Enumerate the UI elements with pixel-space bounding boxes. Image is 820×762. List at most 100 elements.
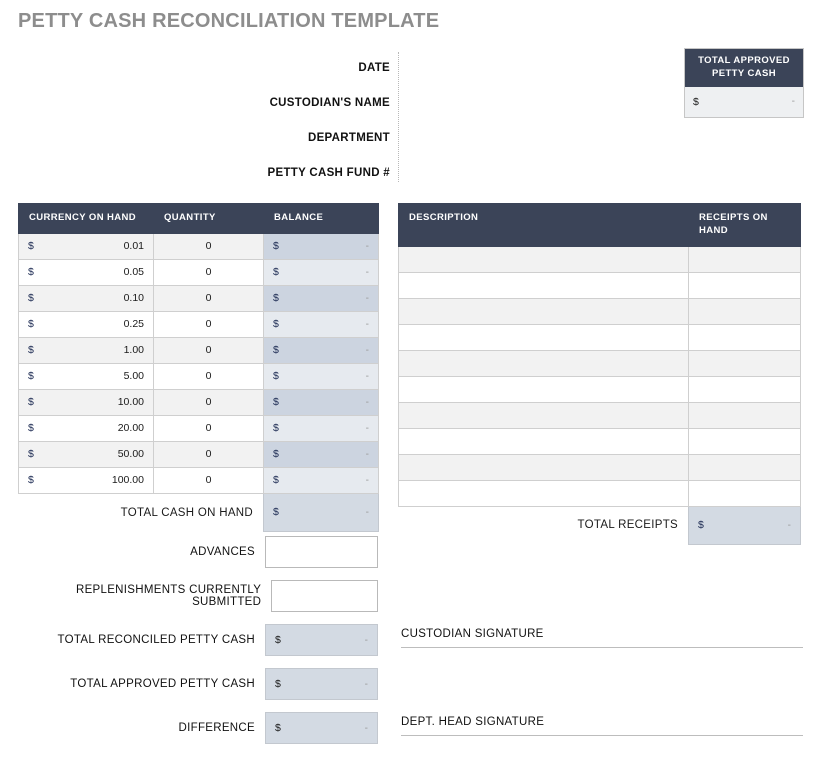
description-cell[interactable]: [398, 401, 689, 429]
dept-head-signature-line[interactable]: [401, 735, 803, 736]
summary-label-replenishments-currently-submitted: REPLENISHMENTS CURRENTLY SUBMITTED: [75, 584, 262, 608]
denomination-amount: 0.10: [123, 292, 144, 305]
balance-amount: -: [365, 448, 369, 460]
quantity-cell[interactable]: 0: [153, 388, 264, 416]
table-row: [398, 349, 801, 377]
description-cell[interactable]: [398, 271, 689, 299]
receipt-amount-cell[interactable]: [688, 297, 801, 325]
currency-symbol: $: [273, 506, 279, 519]
receipt-amount-cell[interactable]: [688, 245, 801, 273]
table-row: [398, 297, 801, 325]
quantity-cell[interactable]: 0: [153, 440, 264, 468]
form-divider-line: [398, 52, 399, 182]
quantity-cell[interactable]: 0: [153, 310, 264, 338]
balance-amount: -: [365, 344, 369, 356]
total-receipts-label: TOTAL RECEIPTS: [398, 506, 689, 545]
receipts-table-header-row: DESCRIPTION RECEIPTS ON HAND: [398, 203, 801, 247]
quantity-cell[interactable]: 0: [153, 232, 264, 260]
receipt-amount-cell[interactable]: [688, 271, 801, 299]
receipt-amount-cell[interactable]: [688, 349, 801, 377]
currency-symbol: $: [273, 370, 279, 383]
currency-symbol: $: [275, 678, 281, 690]
summary-label-difference: DIFFERENCE: [178, 722, 255, 734]
column-header-receipts-on-hand: RECEIPTS ON HAND: [688, 203, 801, 247]
description-cell[interactable]: [398, 427, 689, 455]
currency-denomination-cell: $10.00: [18, 388, 154, 416]
receipt-amount-cell[interactable]: [688, 375, 801, 403]
table-row: $100.00 0 $ -: [18, 466, 379, 494]
quantity-cell[interactable]: 0: [153, 284, 264, 312]
description-cell[interactable]: [398, 453, 689, 481]
currency-symbol: $: [28, 422, 34, 435]
quantity-cell[interactable]: 0: [153, 336, 264, 364]
receipt-amount-cell[interactable]: [688, 401, 801, 429]
quantity-cell[interactable]: 0: [153, 414, 264, 442]
dept-head-signature-block: DEPT. HEAD SIGNATURE: [401, 716, 803, 736]
total-cash-on-hand-value[interactable]: $ -: [263, 492, 379, 532]
description-cell[interactable]: [398, 375, 689, 403]
currency-symbol: $: [28, 318, 34, 331]
denomination-amount: 10.00: [117, 396, 144, 409]
currency-symbol: $: [28, 292, 34, 305]
currency-symbol: $: [273, 474, 279, 487]
balance-cell: $ -: [263, 258, 379, 286]
header-form: DATE CUSTODIAN'S NAME DEPARTMENT PETTY C…: [18, 50, 398, 190]
description-cell[interactable]: [398, 297, 689, 325]
currency-denomination-cell: $0.05: [18, 258, 154, 286]
table-row: [398, 479, 801, 507]
quantity-cell[interactable]: 0: [153, 362, 264, 390]
summary-input-advances[interactable]: [265, 536, 378, 568]
currency-denomination-cell: $50.00: [18, 440, 154, 468]
total-approved-petty-cash-value[interactable]: $ -: [685, 86, 803, 117]
summary-value-total-reconciled-petty-cash[interactable]: $ -: [265, 624, 378, 656]
custodian-signature-block: CUSTODIAN SIGNATURE: [401, 628, 803, 648]
form-row-custodian-name[interactable]: CUSTODIAN'S NAME: [18, 85, 398, 120]
summary-section: ADVANCES REPLENISHMENTS CURRENTLY SUBMITT…: [18, 530, 378, 750]
summary-value-total-approved-petty-cash[interactable]: $ -: [265, 668, 378, 700]
summary-label-total-approved-petty-cash: TOTAL APPROVED PETTY CASH: [70, 678, 255, 690]
receipt-amount-cell[interactable]: [688, 323, 801, 351]
currency-symbol: $: [693, 95, 699, 108]
total-receipts-value[interactable]: $ -: [688, 505, 801, 545]
balance-amount: -: [365, 240, 369, 252]
summary-value-difference[interactable]: $ -: [265, 712, 378, 744]
table-row: $0.01 0 $ -: [18, 232, 379, 260]
balance-amount: -: [365, 266, 369, 278]
receipt-amount-cell[interactable]: [688, 427, 801, 455]
summary-label-advances: ADVANCES: [190, 546, 255, 558]
summary-input-replenishments-currently-submitted[interactable]: [271, 580, 378, 612]
description-cell[interactable]: [398, 349, 689, 377]
balance-cell: $ -: [263, 466, 379, 494]
description-cell[interactable]: [398, 245, 689, 273]
quantity-cell[interactable]: 0: [153, 258, 264, 286]
total-receipts-amount: -: [787, 519, 791, 531]
table-row: $0.10 0 $ -: [18, 284, 379, 312]
summary-amount-total-approved-petty-cash: -: [364, 678, 368, 690]
balance-amount: -: [365, 474, 369, 486]
currency-symbol: $: [275, 722, 281, 734]
form-row-petty-cash-fund[interactable]: PETTY CASH FUND #: [18, 155, 398, 190]
quantity-cell[interactable]: 0: [153, 466, 264, 494]
summary-row-replenishments-currently-submitted: REPLENISHMENTS CURRENTLY SUBMITTED: [18, 574, 378, 618]
table-row: $50.00 0 $ -: [18, 440, 379, 468]
form-row-date[interactable]: DATE: [18, 50, 398, 85]
balance-cell: $ -: [263, 232, 379, 260]
table-row: [398, 401, 801, 429]
description-cell[interactable]: [398, 479, 689, 507]
custodian-signature-label: CUSTODIAN SIGNATURE: [401, 628, 544, 640]
form-label-date: DATE: [358, 61, 390, 74]
receipt-amount-cell[interactable]: [688, 453, 801, 481]
currency-denomination-cell: $0.25: [18, 310, 154, 338]
summary-amount-difference: -: [364, 722, 368, 734]
description-cell[interactable]: [398, 323, 689, 351]
currency-symbol: $: [273, 422, 279, 435]
table-row: $0.05 0 $ -: [18, 258, 379, 286]
denomination-amount: 0.25: [123, 318, 144, 331]
table-row: $1.00 0 $ -: [18, 336, 379, 364]
currency-symbol: $: [273, 240, 279, 253]
form-row-department[interactable]: DEPARTMENT: [18, 120, 398, 155]
custodian-signature-line[interactable]: [401, 647, 803, 648]
table-row: [398, 375, 801, 403]
receipt-amount-cell[interactable]: [688, 479, 801, 507]
receipts-on-hand-table: DESCRIPTION RECEIPTS ON HAND TOTAL RECEI…: [398, 203, 801, 545]
